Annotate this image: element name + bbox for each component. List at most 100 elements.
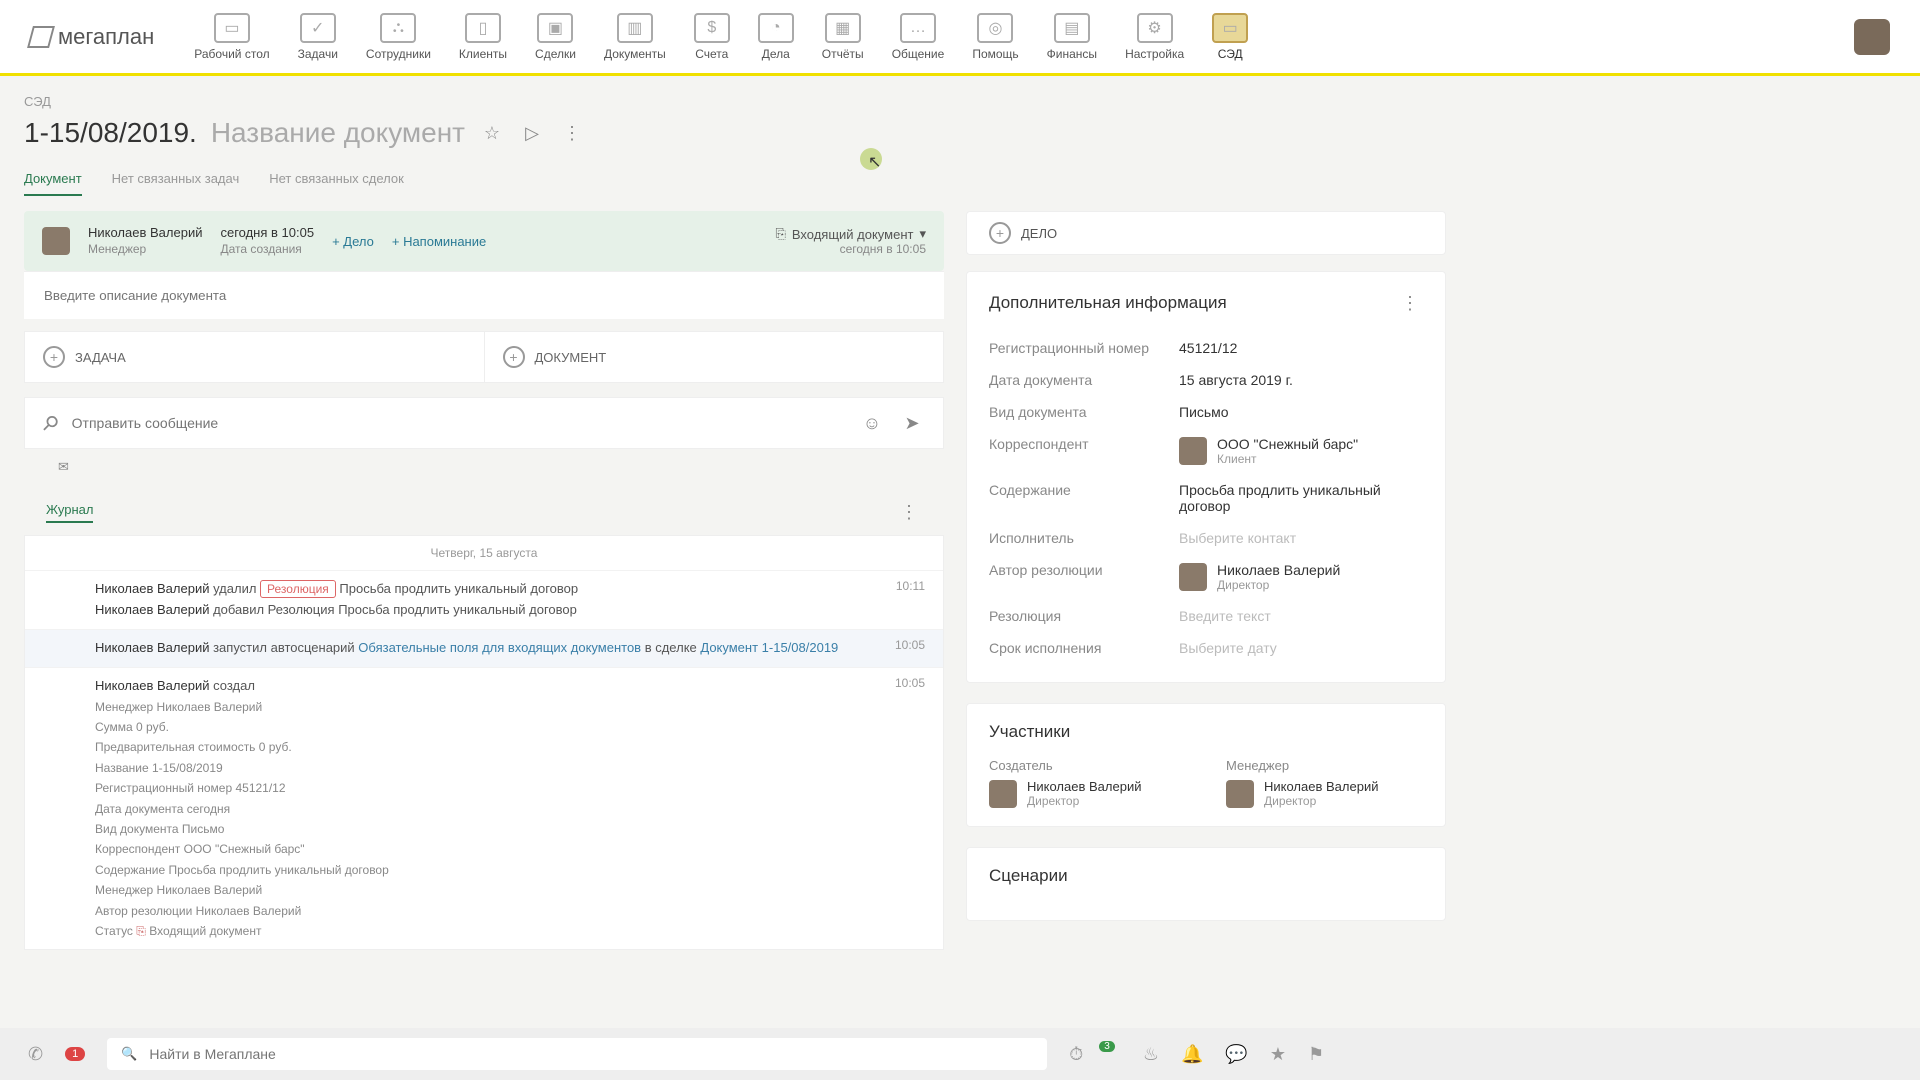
journal-action: добавил (213, 602, 264, 617)
journal-date: Четверг, 15 августа (25, 536, 943, 570)
info-label: Срок исполнения (989, 640, 1179, 656)
journal-link[interactable]: Документ 1-15/08/2019 (700, 640, 838, 655)
star-icon[interactable]: ★ (1270, 1044, 1286, 1065)
create-task-button[interactable]: + ЗАДАЧА (25, 332, 485, 382)
journal-more-icon[interactable]: ⋮ (896, 499, 922, 525)
more-icon[interactable]: ⋮ (559, 120, 585, 146)
person-role: Директор (1217, 578, 1340, 592)
info-placeholder[interactable]: Выберите контакт (1179, 530, 1423, 546)
doc-tabs: Документ Нет связанных задач Нет связанн… (0, 163, 1920, 197)
journal-user[interactable]: Николаев Валерий (95, 640, 209, 655)
info-label: Дата документа (989, 372, 1179, 388)
desktop-icon: ▭ (214, 13, 250, 43)
panel-title-text: Дополнительная информация (989, 293, 1227, 313)
journal-link[interactable]: Обязательные поля для входящих документо… (358, 640, 641, 655)
journal-action: создал (213, 678, 255, 693)
global-search[interactable]: 🔍 (107, 1038, 1047, 1070)
journal-user[interactable]: Николаев Валерий (95, 678, 209, 693)
nav-documents[interactable]: ▥Документы (604, 13, 666, 61)
info-placeholder[interactable]: Введите текст (1179, 608, 1423, 624)
send-icon[interactable]: ➤ (899, 410, 925, 436)
phone-icon[interactable]: ✆ (28, 1044, 43, 1065)
bell-icon[interactable]: 🔔 (1181, 1044, 1203, 1065)
feedback-icon[interactable]: ⚑ (1308, 1044, 1324, 1065)
add-reminder-button[interactable]: + Напоминание (392, 234, 486, 249)
status-block[interactable]: ⎘ Входящий документ ▾ сегодня в 10:05 (775, 226, 926, 256)
nav-desktop[interactable]: ▭Рабочий стол (194, 13, 269, 61)
extra-info-panel: Дополнительная информация ⋮ Регистрацион… (966, 271, 1446, 683)
info-placeholder[interactable]: Выберите дату (1179, 640, 1423, 656)
nav-help[interactable]: ◎Помощь (972, 13, 1018, 61)
tab-deals[interactable]: Нет связанных сделок (269, 163, 404, 196)
mail-icon[interactable]: ✉ (58, 459, 69, 474)
nav-settings[interactable]: ⚙Настройка (1125, 13, 1184, 61)
info-value[interactable]: Письмо (1179, 404, 1423, 420)
journal-field: Резолюция (268, 602, 335, 617)
owner-avatar[interactable] (42, 227, 70, 255)
journal-time: 10:05 (895, 638, 925, 659)
journal-item: Николаев Валерий создал Менеджер Николае… (25, 667, 943, 949)
nav-chat[interactable]: …Общение (892, 13, 945, 61)
tab-document[interactable]: Документ (24, 163, 82, 196)
create-document-button[interactable]: + ДОКУМЕНТ (485, 332, 944, 382)
nav-sed[interactable]: ▭СЭД (1212, 13, 1248, 61)
nav-finance[interactable]: ▤Финансы (1047, 13, 1097, 61)
plus-icon: + (43, 346, 65, 368)
nav-reports[interactable]: ▦Отчёты (822, 13, 864, 61)
scenarios-panel[interactable]: Сценарии (966, 847, 1446, 921)
nav-clients[interactable]: ▯Клиенты (459, 13, 507, 61)
folder-icon: ▥ (617, 13, 653, 43)
breadcrumb[interactable]: СЭД (0, 76, 1920, 117)
add-case-panel[interactable]: + ДЕЛО (966, 211, 1446, 255)
status-label: Входящий документ (792, 227, 914, 242)
info-label: Резолюция (989, 608, 1179, 624)
nav-label: Помощь (972, 47, 1018, 61)
owner-name[interactable]: Николаев Валерий (88, 225, 202, 242)
paperclip-icon[interactable]: ⚲ (36, 409, 64, 437)
info-value[interactable]: 45121/12 (1179, 340, 1423, 356)
info-correspondent[interactable]: ООО "Снежный барс"Клиент (1179, 436, 1423, 466)
journal-details: Менеджер Николаев Валерий Сумма 0 руб. П… (95, 697, 879, 942)
nav-employees[interactable]: ⛬Сотрудники (366, 13, 431, 61)
more-icon[interactable]: ⋮ (1397, 290, 1423, 316)
brand-logo[interactable]: мегаплан (30, 24, 154, 50)
tag-icon[interactable]: ▷ (519, 120, 545, 146)
message-input[interactable] (72, 415, 845, 431)
inbox-icon: ⎘ (136, 924, 146, 938)
plus-icon: + (989, 222, 1011, 244)
person-avatar (1226, 780, 1254, 808)
info-label: Автор резолюции (989, 562, 1179, 592)
participant-creator[interactable]: Николаев ВалерийДиректор (989, 779, 1186, 808)
fire-icon[interactable]: ♨ (1143, 1044, 1159, 1065)
add-case-button[interactable]: + Дело (332, 234, 374, 249)
journal-tag: Резолюция (260, 580, 336, 598)
search-input[interactable] (149, 1046, 1033, 1062)
nav-cases[interactable]: ◔Дела (758, 13, 794, 61)
star-icon[interactable]: ☆ (479, 120, 505, 146)
title-name[interactable]: Название документ (211, 117, 465, 149)
clock-icon: ◔ (758, 13, 794, 43)
description-input[interactable] (24, 271, 944, 319)
info-value[interactable]: 15 августа 2019 г. (1179, 372, 1423, 388)
nav-tasks[interactable]: ✓Задачи (298, 13, 338, 61)
journal-tab[interactable]: Журнал (46, 502, 93, 523)
user-avatar[interactable] (1854, 19, 1890, 55)
chevron-down-icon: ▾ (919, 226, 926, 242)
journal-mid: в сделке (641, 640, 700, 655)
nav-invoices[interactable]: $Счета (694, 13, 730, 61)
created-value: сегодня в 10:05 (220, 225, 314, 242)
journal-user[interactable]: Николаев Валерий (95, 602, 209, 617)
company-role: Клиент (1217, 452, 1358, 466)
emoji-icon[interactable]: ☺ (859, 410, 885, 436)
info-value[interactable]: Просьба продлить уникальный договор (1179, 482, 1423, 514)
info-author[interactable]: Николаев ВалерийДиректор (1179, 562, 1423, 592)
messages-icon[interactable]: 💬 (1225, 1044, 1247, 1065)
person-avatar (1179, 563, 1207, 591)
tab-tasks[interactable]: Нет связанных задач (112, 163, 240, 196)
task-label: ЗАДАЧА (75, 350, 126, 365)
journal-user[interactable]: Николаев Валерий (95, 581, 209, 596)
timer-icon[interactable]: ⏱ (1069, 1044, 1083, 1065)
nav-deals[interactable]: ▣Сделки (535, 13, 576, 61)
participant-manager[interactable]: Николаев ВалерийДиректор (1226, 779, 1423, 808)
top-navbar: мегаплан ▭Рабочий стол ✓Задачи ⛬Сотрудни… (0, 0, 1920, 76)
